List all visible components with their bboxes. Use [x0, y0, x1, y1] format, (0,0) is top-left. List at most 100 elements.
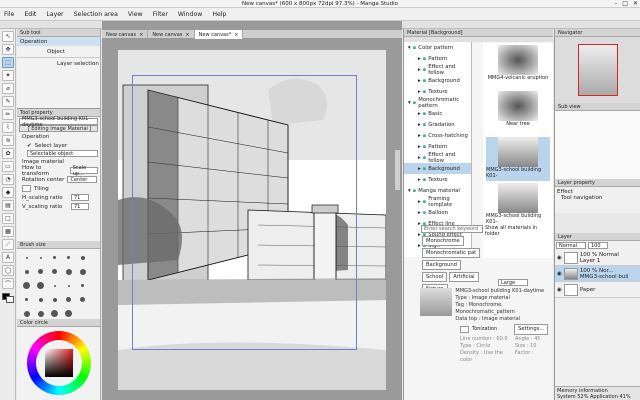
- subtool-object[interactable]: Object: [17, 46, 100, 58]
- fill-icon[interactable]: ◆: [2, 187, 14, 198]
- eye-icon[interactable]: ◉: [557, 255, 562, 261]
- material-thumbnail[interactable]: MMG3-school building K01-: [486, 137, 550, 181]
- brush-size-item[interactable]: [21, 266, 32, 277]
- frame-icon[interactable]: ▦: [2, 226, 14, 237]
- menu-item[interactable]: Layer: [46, 11, 63, 18]
- eye-icon[interactable]: ◉: [557, 271, 562, 277]
- brush-size-item[interactable]: [21, 308, 32, 319]
- material-thumbnail[interactable]: MMG3-school building K01-: [486, 183, 550, 227]
- v-scaling-input[interactable]: 71: [71, 203, 89, 210]
- brush-size-item[interactable]: [21, 280, 32, 291]
- brush-size-item[interactable]: [35, 280, 46, 291]
- subtool-operation[interactable]: Operation: [17, 37, 100, 46]
- brush-size-item[interactable]: [21, 252, 32, 263]
- bounding-box[interactable]: [132, 75, 357, 350]
- close-tab-icon[interactable]: ×: [139, 32, 143, 38]
- color-swatch-icon[interactable]: [2, 293, 14, 303]
- material-tree-item[interactable]: ▸ ▪ Pattern: [404, 53, 471, 64]
- canvas-scrollbar[interactable]: [395, 150, 400, 190]
- tag-chip[interactable]: Background: [422, 260, 461, 270]
- eyedropper-icon[interactable]: ⌀: [2, 83, 14, 94]
- operation-tool-icon[interactable]: ↖: [2, 31, 14, 42]
- layer-row[interactable]: ◉ Paper: [555, 282, 640, 298]
- tag-chip[interactable]: Artificial: [449, 272, 479, 282]
- ruler-icon[interactable]: ⟋: [2, 239, 14, 250]
- size-dropdown[interactable]: Large: [498, 279, 528, 287]
- brush-size-item[interactable]: [35, 294, 46, 305]
- material-tree-item[interactable]: ▸ ▪ Framing template: [404, 196, 471, 208]
- menu-item[interactable]: Window: [178, 11, 202, 18]
- tag-chip[interactable]: Monochrome: [422, 236, 464, 246]
- tonization-checkbox[interactable]: [460, 326, 469, 333]
- brush-size-item[interactable]: [63, 266, 74, 277]
- transform-dropdown[interactable]: Scale up...: [69, 165, 98, 177]
- material-tree-item[interactable]: ▾ ▪ Color pattern: [404, 42, 471, 53]
- move-tool-icon[interactable]: ✥: [2, 44, 14, 55]
- blend-icon[interactable]: ◔: [2, 174, 14, 185]
- select-tool-icon[interactable]: ⬚: [2, 57, 14, 68]
- material-search-input[interactable]: Enter search keyword: [421, 225, 483, 233]
- close-tab-icon[interactable]: ×: [185, 32, 189, 38]
- brush-size-item[interactable]: [63, 280, 74, 291]
- brush-size-item[interactable]: [35, 266, 46, 277]
- menu-item[interactable]: Edit: [24, 11, 36, 18]
- canvas-tab[interactable]: New canvas ×: [102, 30, 149, 39]
- pen-icon[interactable]: ✎: [2, 96, 14, 107]
- h-scaling-input[interactable]: 71: [71, 194, 89, 201]
- material-tree-item[interactable]: ▾ ▪ Monochromatic pattern: [404, 97, 471, 109]
- brush-size-item[interactable]: [21, 294, 32, 305]
- brush-size-item[interactable]: [49, 266, 60, 277]
- material-thumbnail[interactable]: Near tree: [486, 91, 550, 135]
- material-tree-item[interactable]: ▸ ▪ Background: [404, 75, 471, 86]
- brush-size-item[interactable]: [49, 252, 60, 263]
- selectable-object-dropdown[interactable]: Selectable object: [27, 150, 98, 157]
- menu-item[interactable]: Help: [212, 11, 226, 18]
- menu-item[interactable]: View: [128, 11, 143, 18]
- minimize-icon[interactable]: –: [614, 0, 617, 7]
- tiling-row[interactable]: Tiling: [19, 184, 98, 193]
- eraser-icon[interactable]: ▭: [2, 161, 14, 172]
- brush-size-item[interactable]: [49, 294, 60, 305]
- color-wheel[interactable]: [26, 331, 91, 395]
- layer-row[interactable]: ◉ 100 % Nor... MMG3-school buil: [555, 266, 640, 282]
- gradient-icon[interactable]: ▤: [2, 200, 14, 211]
- brush-size-item[interactable]: [35, 252, 46, 263]
- line-correction-icon[interactable]: ⌒: [2, 278, 14, 289]
- maximize-icon[interactable]: □: [622, 0, 628, 7]
- pencil-icon[interactable]: ✏: [2, 109, 14, 120]
- decoration-icon[interactable]: ✿: [2, 148, 14, 159]
- close-icon[interactable]: ✕: [633, 0, 638, 7]
- select-layer-check[interactable]: ✔ Select layer: [19, 141, 98, 150]
- brush-size-item[interactable]: [77, 280, 88, 291]
- menu-item[interactable]: File: [4, 11, 14, 18]
- close-tab-icon[interactable]: ×: [234, 32, 238, 38]
- figure-icon[interactable]: □: [2, 213, 14, 224]
- material-tree-item[interactable]: ▸ ▪ Background: [404, 163, 471, 174]
- opacity-input[interactable]: 100: [588, 242, 608, 249]
- material-tree-item[interactable]: ▸ ▪ Cross-hatching: [404, 130, 471, 141]
- subtool-layer-selection[interactable]: Layer selection: [17, 58, 100, 70]
- rotation-dropdown[interactable]: Center: [67, 176, 98, 183]
- settings-button[interactable]: Settings...: [514, 324, 549, 335]
- canvas-tab[interactable]: New canvas* ×: [194, 30, 244, 39]
- brush-size-item[interactable]: [35, 308, 46, 319]
- material-tree-item[interactable]: ▸ ▪ Effect and fellow: [404, 64, 471, 76]
- brush-size-item[interactable]: [49, 280, 60, 291]
- menu-item[interactable]: Filter: [153, 11, 168, 18]
- tiling-checkbox[interactable]: [22, 185, 31, 192]
- brush-size-item[interactable]: [77, 294, 88, 305]
- material-tree-item[interactable]: ▸ ▪ Effect and fellow: [404, 152, 471, 164]
- material-tree-item[interactable]: ▸ ▪ Balloon: [404, 207, 471, 218]
- tag-chip[interactable]: Monochromatic pat: [422, 248, 481, 258]
- brush-size-item[interactable]: [77, 252, 88, 263]
- material-tree-item[interactable]: ▸ ▪ Pattern: [404, 141, 471, 152]
- brush-size-item[interactable]: [77, 266, 88, 277]
- balloon-icon[interactable]: ◯: [2, 265, 14, 276]
- material-tree-item[interactable]: ▾ ▪ Manga material: [404, 185, 471, 196]
- brush-icon[interactable]: ⌇: [2, 122, 14, 133]
- brush-size-item[interactable]: [63, 252, 74, 263]
- material-thumbnail[interactable]: MMG4-volcanic eruption: [486, 45, 550, 89]
- tag-chip[interactable]: School: [422, 272, 448, 282]
- magic-wand-icon[interactable]: ✦: [2, 70, 14, 81]
- layer-row[interactable]: ◉ 100 % Normal Layer 1: [555, 250, 640, 266]
